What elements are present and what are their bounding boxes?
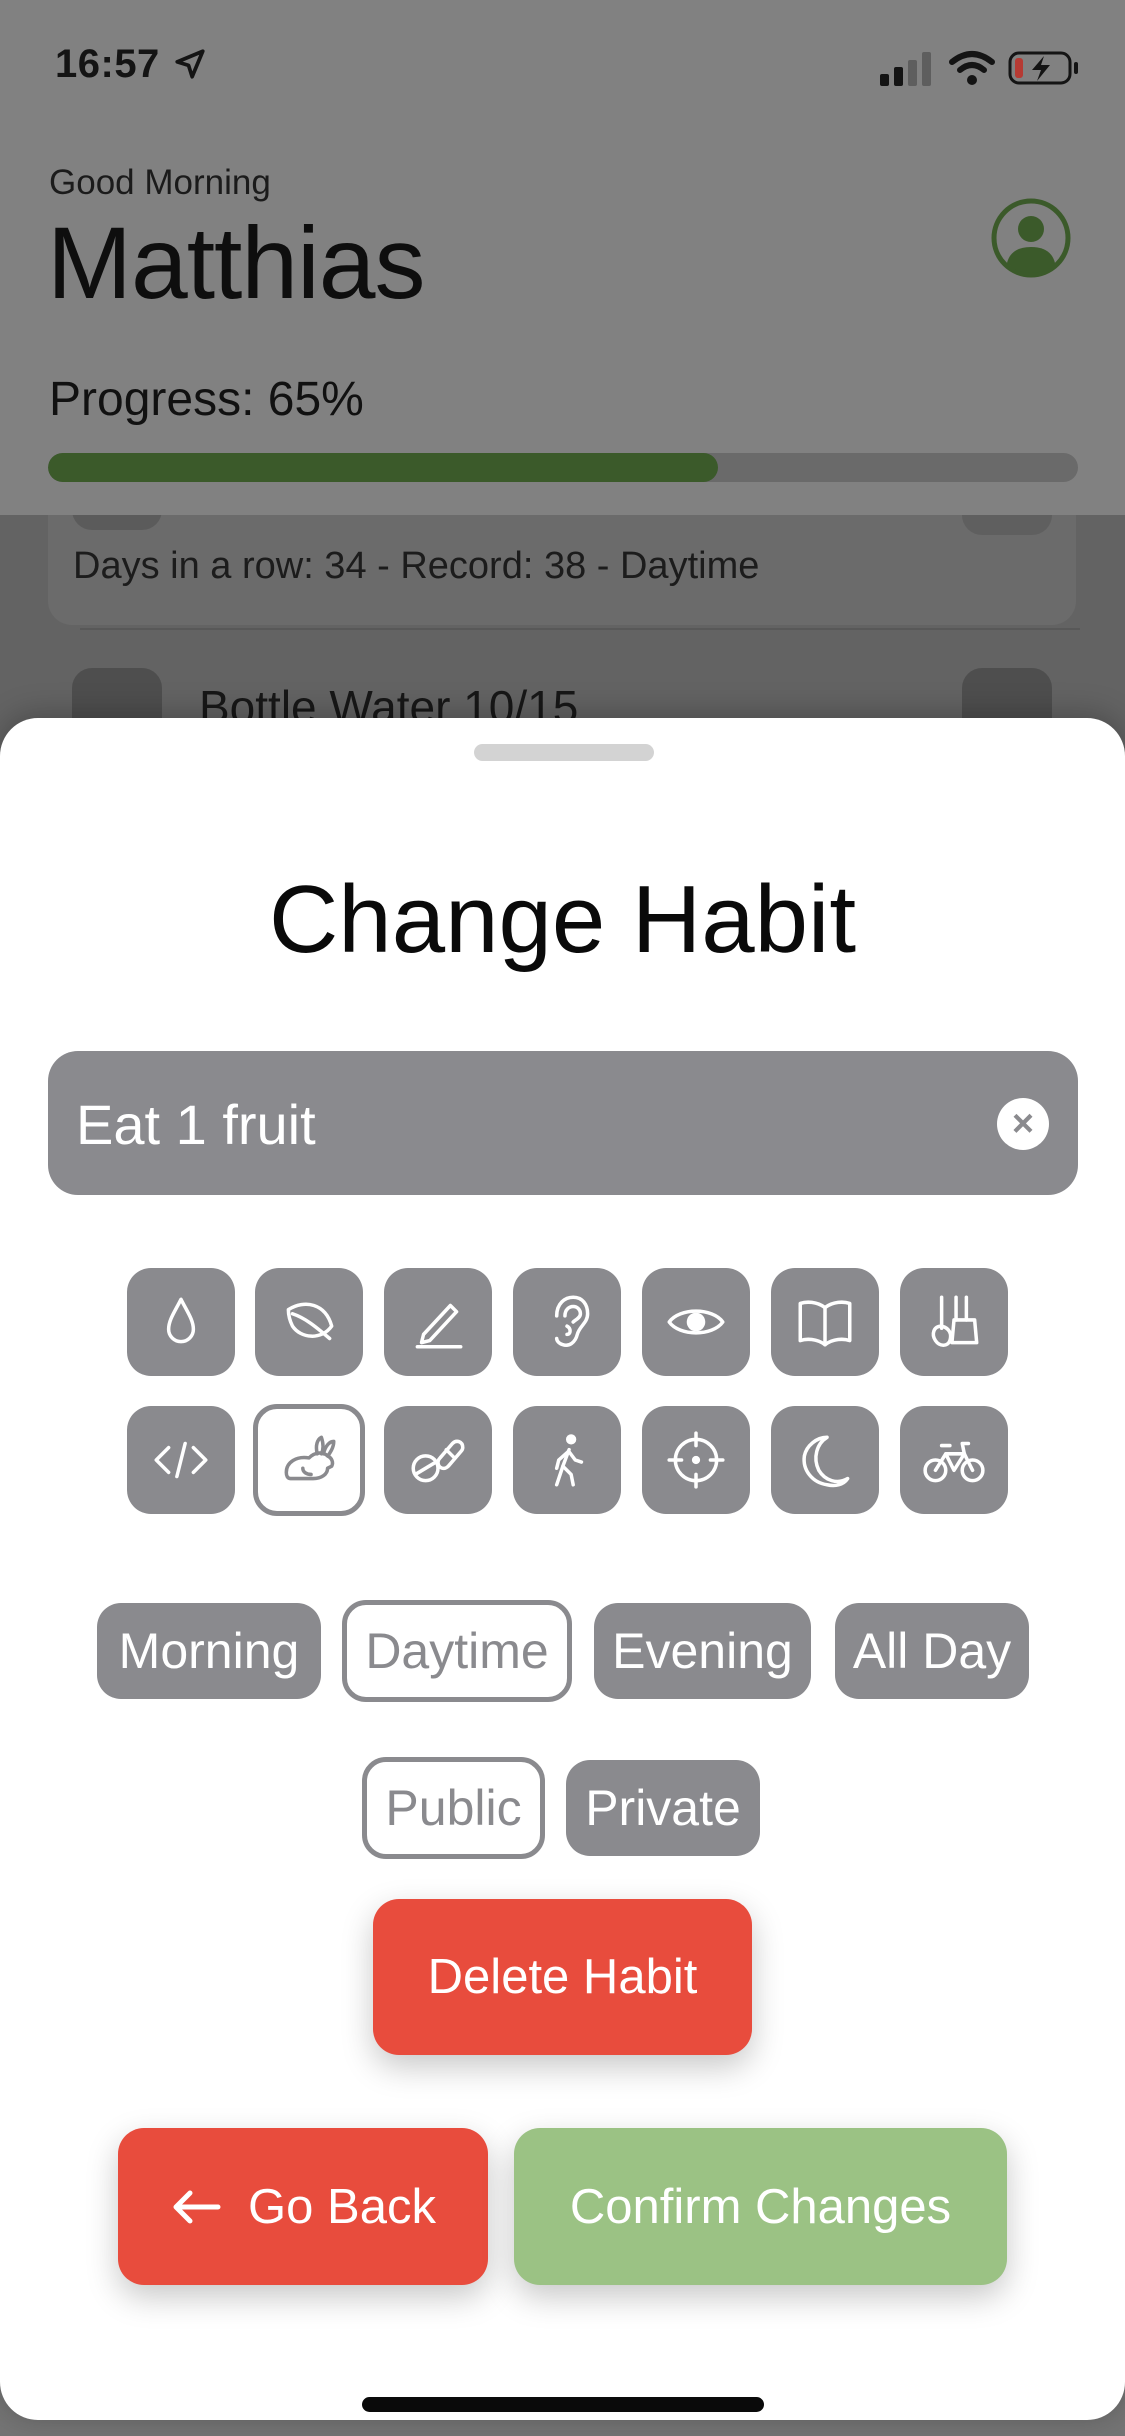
walking-figure-icon[interactable] [513,1406,621,1514]
progress-label: Progress: 65% [49,373,364,426]
sheet-grabber[interactable] [474,744,654,761]
water-drop-icon[interactable] [127,1268,235,1376]
clear-text-icon[interactable]: × [997,1098,1049,1150]
progress-bar [48,453,1078,482]
sheet-title: Change Habit [268,866,857,973]
guitars-icon[interactable] [900,1268,1008,1376]
pills-icon[interactable] [384,1406,492,1514]
cellular-signal-icon [880,52,931,86]
profile-avatar-icon[interactable] [990,197,1072,279]
location-arrow-icon [175,49,206,79]
chip-morning[interactable]: Morning [97,1603,321,1699]
chip-daytime[interactable]: Daytime [342,1600,572,1702]
arrow-left-icon [173,2190,221,2223]
progress-bar-fill [48,453,718,482]
delete-habit-button[interactable]: Delete Habit [373,1899,752,2055]
habit-row-detail: Days in a row: 34 - Record: 38 - Daytime [73,545,760,587]
chip-all-day[interactable]: All Day [835,1603,1029,1699]
habit-name-field[interactable]: × [48,1051,1078,1197]
chip-public[interactable]: Public [362,1757,545,1859]
ear-icon[interactable] [513,1268,621,1376]
go-back-label: Go Back [248,2179,436,2234]
bicycle-icon[interactable] [900,1406,1008,1514]
moon-icon[interactable] [771,1406,879,1514]
divider [80,628,1080,630]
wifi-icon [949,51,995,85]
eye-icon[interactable] [642,1268,750,1376]
battery-charging-icon [1008,51,1078,85]
code-icon[interactable] [127,1406,235,1514]
status-time: 16:57 [55,42,207,87]
go-back-button[interactable]: Go Back [118,2128,488,2285]
confirm-changes-button[interactable]: Confirm Changes [514,2128,1007,2285]
pencil-icon[interactable] [384,1268,492,1376]
user-name: Matthias [47,206,425,320]
greeting: Good Morning [49,163,271,202]
target-icon[interactable] [642,1406,750,1514]
chip-private[interactable]: Private [566,1760,760,1856]
book-icon[interactable] [771,1268,879,1376]
hare-icon[interactable] [253,1404,365,1516]
leaf-icon[interactable] [255,1268,363,1376]
chip-evening[interactable]: Evening [594,1603,811,1699]
habit-name-input[interactable] [74,1051,998,1197]
home-indicator [362,2397,764,2412]
